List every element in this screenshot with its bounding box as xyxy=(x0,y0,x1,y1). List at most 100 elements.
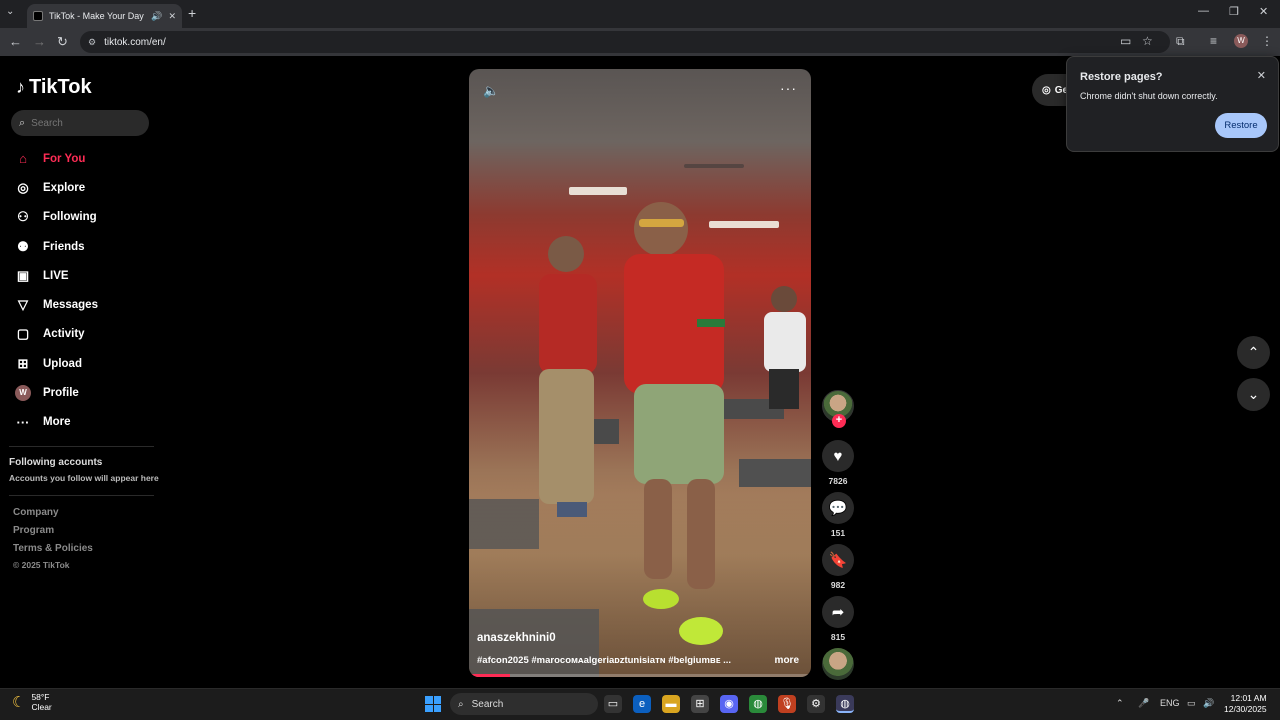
mic-in-use-icon[interactable]: 🎤 xyxy=(1138,698,1149,709)
share-count: 815 xyxy=(830,632,846,642)
back-button[interactable]: ← xyxy=(9,34,22,49)
video-progress-bar[interactable] xyxy=(469,674,811,677)
live-icon: ▣ xyxy=(16,267,30,283)
music-disc-avatar[interactable] xyxy=(822,648,854,680)
nav-explore[interactable]: ◎ Explore xyxy=(15,173,98,202)
weather-temp: 58°F xyxy=(31,692,50,702)
nav-messages[interactable]: ▽ Messages xyxy=(15,290,98,319)
forward-button[interactable]: → xyxy=(33,34,46,49)
nav-activity[interactable]: ▢ Activity xyxy=(15,320,98,349)
nav-upload[interactable]: ⊞ Upload xyxy=(15,349,98,378)
video-frame xyxy=(469,202,811,677)
save-button[interactable]: 🔖 xyxy=(822,544,854,576)
nav-more[interactable]: ··· More xyxy=(15,408,98,437)
follow-plus-button[interactable]: + xyxy=(832,414,846,428)
media-controls-icon[interactable]: ≡ xyxy=(1210,34,1217,48)
nav-profile[interactable]: W Profile xyxy=(15,378,98,407)
like-button[interactable]: ♥ xyxy=(822,440,854,472)
profile-avatar[interactable]: W xyxy=(1234,34,1248,48)
taskbar-search[interactable]: ⌕ Search xyxy=(450,693,598,715)
next-video-button[interactable]: ⌄ xyxy=(1237,378,1270,411)
footer-link-terms[interactable]: Terms & Policies xyxy=(13,543,93,561)
reload-button[interactable]: ↻ xyxy=(57,34,68,50)
logo-text: TikTok xyxy=(29,76,92,98)
nav-friends[interactable]: ⚉ Friends xyxy=(15,232,98,261)
video-options-icon[interactable]: ··· xyxy=(780,80,797,96)
bookmark-star-icon[interactable]: ☆ xyxy=(1142,34,1153,48)
nav-label: Upload xyxy=(43,357,82,370)
footer-link-program[interactable]: Program xyxy=(13,525,93,543)
previous-video-button[interactable]: ⌃ xyxy=(1237,336,1270,369)
compass-icon: ◎ xyxy=(17,179,29,195)
maximize-button[interactable]: ❐ xyxy=(1229,5,1239,18)
nav-live[interactable]: ▣ LIVE xyxy=(15,261,98,290)
url-text: tiktok.com/en/ xyxy=(104,36,166,48)
app-icon[interactable]: ⚙ xyxy=(807,695,825,713)
more-dots-icon: ··· xyxy=(16,414,30,430)
tab-search-icon[interactable]: ⌄ xyxy=(6,6,14,17)
share-button[interactable]: ➦ xyxy=(822,596,854,628)
nav-label: Following xyxy=(43,211,97,224)
address-bar[interactable]: ⚙ tiktok.com/en/ xyxy=(80,31,1170,53)
friends-icon: ⚉ xyxy=(17,238,29,254)
chevron-up-icon: ⌃ xyxy=(1247,344,1260,360)
site-info-icon[interactable]: ⚙ xyxy=(88,37,96,48)
clock-time: 12:01 AM xyxy=(1230,693,1267,703)
close-icon[interactable]: ✕ xyxy=(1257,69,1266,82)
file-explorer-icon[interactable]: ▬ xyxy=(662,695,680,713)
extensions-icon[interactable]: ⧉ xyxy=(1176,34,1185,49)
network-icon[interactable]: ▭ xyxy=(1187,698,1196,709)
close-window-button[interactable]: ✕ xyxy=(1259,5,1268,18)
clock-date: 12/30/2025 xyxy=(1224,704,1267,714)
new-tab-button[interactable]: + xyxy=(188,5,196,21)
tab-title: TikTok - Make Your Day xyxy=(49,11,144,21)
chrome-menu-icon[interactable]: ⋮ xyxy=(1261,34,1273,48)
store-icon[interactable]: ⊞ xyxy=(691,695,709,713)
microphone-app-icon[interactable]: 🎙 xyxy=(778,695,796,713)
video-player[interactable]: 🔈 ··· anaszekhnini0 #afcon2025 #marocoᴍᴀ… xyxy=(469,69,811,677)
caption-more-button[interactable]: more xyxy=(775,655,799,666)
audio-playing-icon[interactable]: 🔊 xyxy=(151,11,162,22)
tiktok-favicon-icon xyxy=(33,11,43,21)
restore-button[interactable]: Restore xyxy=(1215,113,1267,138)
share-arrow-icon: ➦ xyxy=(831,604,845,621)
footer-link-company[interactable]: Company xyxy=(13,507,93,525)
video-progress-fill xyxy=(469,674,511,677)
volume-icon[interactable]: 🔈 xyxy=(483,83,499,99)
start-button[interactable] xyxy=(425,696,441,712)
heart-icon: ♥ xyxy=(833,447,843,465)
discord-icon[interactable]: ◉ xyxy=(720,695,738,713)
nav-label: Activity xyxy=(43,328,85,341)
plus-square-icon: ⊞ xyxy=(17,355,29,371)
search-box[interactable]: ⌕ xyxy=(11,110,149,136)
following-accounts-subtitle: Accounts you follow will appear here xyxy=(9,473,159,483)
weather-condition: Clear xyxy=(31,702,52,712)
search-icon: ⌕ xyxy=(19,116,26,129)
tray-chevron-icon[interactable]: ⌃ xyxy=(1116,698,1124,709)
nav-for-you[interactable]: ⌂ For You xyxy=(15,144,98,173)
system-clock[interactable]: 12:01 AM 12/30/2025 xyxy=(1224,693,1267,715)
nav-following[interactable]: ⚇ Following xyxy=(15,203,98,232)
restore-pages-dialog: Restore pages? Chrome didn't shut down c… xyxy=(1066,56,1279,152)
comment-button[interactable]: 💬 xyxy=(822,492,854,524)
footer-links: Company Program Terms & Policies xyxy=(13,507,93,561)
chrome-profile-icon[interactable]: ◍ xyxy=(836,695,854,713)
task-view-icon[interactable]: ▭ xyxy=(604,695,622,713)
person-plus-icon: ⚇ xyxy=(17,209,29,225)
minimize-button[interactable]: — xyxy=(1198,5,1209,17)
avatar: W xyxy=(15,385,31,402)
volume-tray-icon[interactable]: 🔊 xyxy=(1203,698,1214,709)
video-author[interactable]: anaszekhnini0 xyxy=(477,632,556,644)
language-indicator[interactable]: ENG xyxy=(1160,698,1180,708)
tab-close-icon[interactable]: ✕ xyxy=(168,11,176,22)
moon-icon: ☾ xyxy=(12,694,26,711)
restore-description: Chrome didn't shut down correctly. xyxy=(1080,91,1218,101)
search-input[interactable] xyxy=(31,117,132,129)
edge-icon[interactable]: e xyxy=(633,695,651,713)
copyright: © 2025 TikTok xyxy=(13,560,70,570)
tiktok-logo[interactable]: ♪ TikTok xyxy=(16,76,92,99)
weather-widget[interactable]: ☾ 58°F Clear xyxy=(12,692,52,712)
install-app-icon[interactable]: ▭ xyxy=(1120,34,1131,48)
chrome-icon[interactable]: ◍ xyxy=(749,695,767,713)
browser-tab[interactable]: TikTok - Make Your Day 🔊 ✕ xyxy=(27,4,182,28)
